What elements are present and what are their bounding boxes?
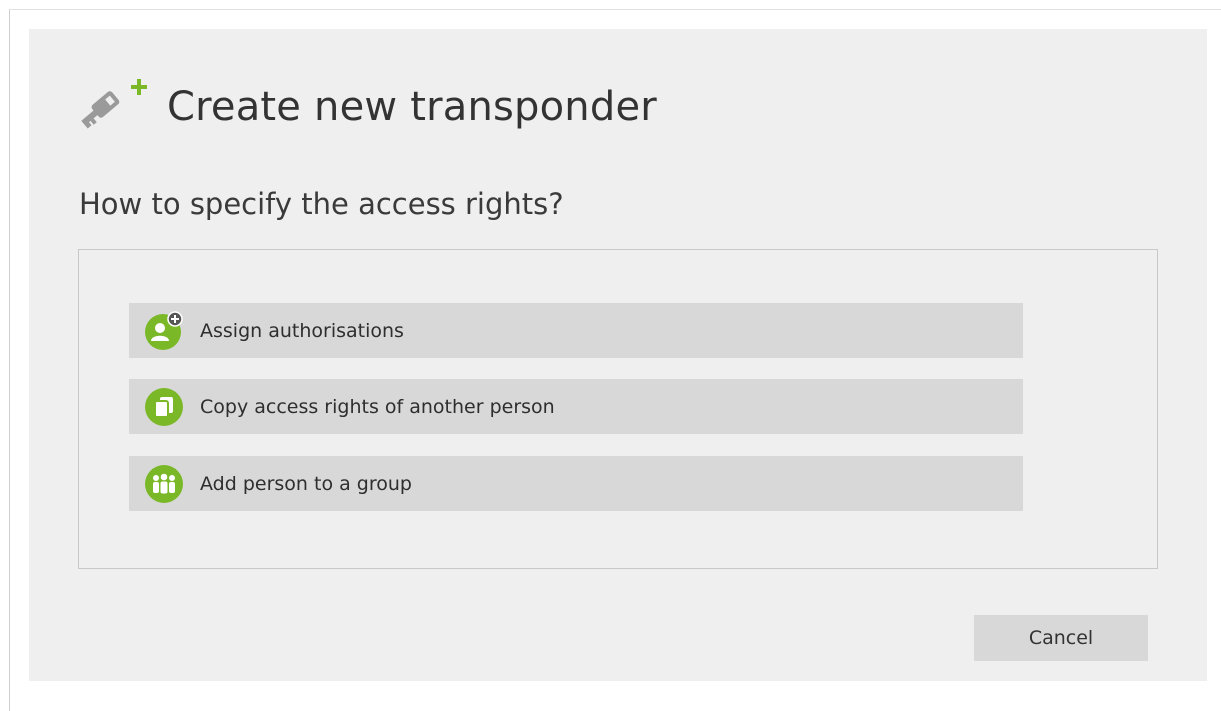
user-add-icon	[144, 310, 184, 351]
dialog-title: Create new transponder	[167, 84, 657, 130]
option-label: Add person to a group	[200, 472, 412, 495]
dialog-header: Create new transponder	[77, 77, 657, 137]
question-heading: How to specify the access rights?	[79, 187, 564, 221]
group-icon	[144, 464, 184, 504]
key-add-icon	[77, 77, 153, 137]
option-assign-authorisations[interactable]: Assign authorisations	[129, 303, 1023, 358]
options-panel: Assign authorisations Copy access rights…	[78, 249, 1158, 569]
option-label: Assign authorisations	[200, 319, 404, 342]
option-add-to-group[interactable]: Add person to a group	[129, 456, 1023, 511]
cancel-button[interactable]: Cancel	[974, 615, 1148, 661]
option-copy-access-rights[interactable]: Copy access rights of another person	[129, 379, 1023, 434]
option-label: Copy access rights of another person	[200, 395, 555, 418]
copy-icon	[144, 387, 184, 427]
create-transponder-dialog: Create new transponder How to specify th…	[29, 29, 1207, 681]
